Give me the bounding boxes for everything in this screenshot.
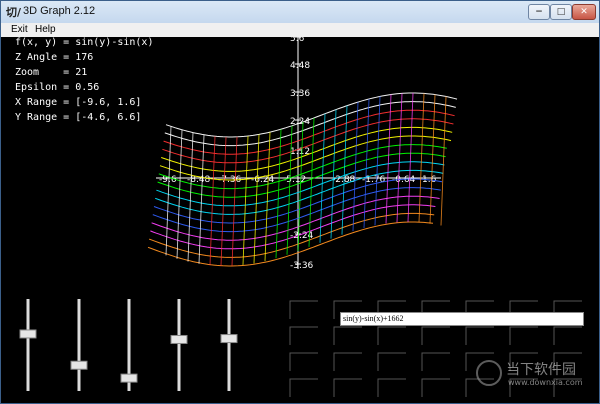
app-window: 切/ 3D Graph 2.12 − □ ✕ Exit Help 5.6 4.48… xyxy=(0,0,600,404)
v-tick-label: 3.36 xyxy=(290,89,310,99)
maximize-button[interactable]: □ xyxy=(550,4,572,20)
surface-column-line xyxy=(231,136,238,266)
surface-column-line xyxy=(187,132,194,262)
slider-4-thumb[interactable] xyxy=(170,334,188,344)
surface-column-line xyxy=(264,132,271,262)
surface-column-line xyxy=(429,94,436,224)
title-bar[interactable]: 切/ 3D Graph 2.12 − □ ✕ xyxy=(1,1,599,24)
surface-column-line xyxy=(363,98,370,228)
surface-column-line xyxy=(275,129,282,259)
watermark-brand: 当下软件园 xyxy=(506,362,576,378)
slider-3-thumb[interactable] xyxy=(120,373,138,383)
y-range-label: Y Range = [-4.6, 6.6] xyxy=(15,112,142,123)
watermark-url: www.downxia.com xyxy=(508,378,583,387)
surface-column-line xyxy=(198,134,205,264)
minimize-button[interactable]: − xyxy=(528,4,550,20)
grid-cell xyxy=(553,326,582,345)
grid-cell xyxy=(377,326,406,345)
watermark-logo-icon xyxy=(476,360,502,386)
v-tick-label: -3.36 xyxy=(290,261,314,271)
surface-column-line xyxy=(440,96,447,226)
menu-help[interactable]: Help xyxy=(35,23,56,37)
grid-cell xyxy=(289,300,318,319)
surface-column-line xyxy=(374,96,381,226)
menu-exit[interactable]: Exit xyxy=(11,23,28,37)
grid-cell xyxy=(289,352,318,371)
x-range-label: X Range = [-9.6, 1.6] xyxy=(15,97,142,108)
surface-column-line xyxy=(242,135,249,266)
surface-column-line xyxy=(176,129,183,259)
expression-input[interactable]: sin(y)-sin(x)+1662 xyxy=(340,312,584,326)
grid-cell xyxy=(509,326,538,345)
surface-row-line xyxy=(165,92,458,138)
surface-column-line xyxy=(165,126,172,256)
minimize-icon: − xyxy=(535,7,543,17)
close-icon: ✕ xyxy=(580,7,588,17)
surface-column-line xyxy=(407,92,414,223)
z-angle-label: Z Angle = 176 xyxy=(15,52,94,63)
function-label: f(x, y) = sin(y)-sin(x) xyxy=(15,37,154,48)
surface-column-line xyxy=(253,134,260,264)
epsilon-label: Epsilon = 0.56 xyxy=(15,82,100,93)
zoom-label: Zoom = 21 xyxy=(15,67,88,78)
slider-2-thumb[interactable] xyxy=(70,360,88,370)
v-tick-label: 4.48 xyxy=(290,61,310,71)
grid-cell xyxy=(421,352,450,371)
app-icon: 切/ xyxy=(6,6,22,19)
grid-cell xyxy=(377,378,406,397)
grid-cell xyxy=(421,378,450,397)
grid-cell xyxy=(421,326,450,345)
grid-cell xyxy=(333,352,362,371)
slider-5-thumb[interactable] xyxy=(220,334,238,344)
v-tick-label: 5.6 xyxy=(290,37,305,44)
surface-column-line xyxy=(341,105,348,235)
grid-cell xyxy=(377,352,406,371)
surface-column-line xyxy=(220,136,227,266)
menu-bar: Exit Help xyxy=(1,23,599,37)
grid-cell xyxy=(465,326,494,345)
grid-cell xyxy=(333,378,362,397)
surface-column-line xyxy=(385,94,392,224)
surface-column-line xyxy=(209,136,216,266)
grid-cell xyxy=(333,326,362,345)
maximize-icon: □ xyxy=(556,7,566,17)
close-button[interactable]: ✕ xyxy=(572,4,596,20)
grid-cell xyxy=(289,378,318,397)
surface-column-line xyxy=(396,93,403,223)
window-title: 3D Graph 2.12 xyxy=(23,5,96,17)
surface-column-line xyxy=(418,93,425,223)
surface-column-line xyxy=(352,102,359,232)
grid-cell xyxy=(289,326,318,345)
graph-canvas[interactable]: 5.6 4.48 3.36 2.24 1.12 -2.24 -3.36 -9.6 -8.48 -7… xyxy=(1,37,599,403)
slider-1-thumb[interactable] xyxy=(19,329,37,339)
